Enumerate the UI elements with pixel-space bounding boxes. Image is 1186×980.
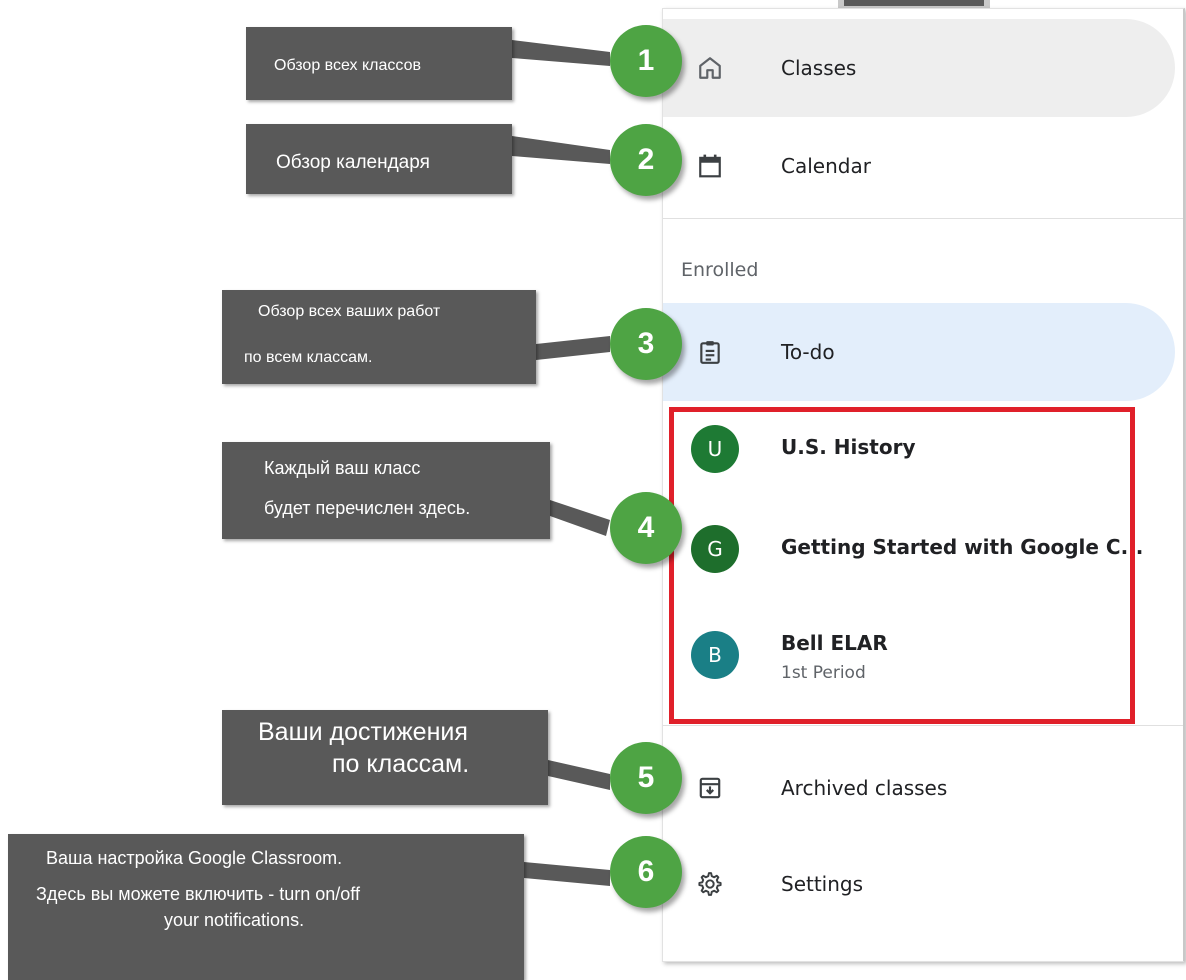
- step-badge-2: 2: [610, 124, 682, 196]
- callout-text: Ваши достижения: [258, 718, 468, 746]
- step-badge-4: 4: [610, 492, 682, 564]
- callout-text: по всем классам.: [244, 349, 373, 366]
- callout-text: Здесь вы можете включить - turn on/off: [36, 884, 360, 904]
- callout-text: Обзор всех ваших работ: [258, 303, 441, 320]
- callout-text: Обзор календаря: [276, 152, 430, 173]
- callout-text: по классам.: [332, 750, 470, 778]
- callout-text: будет перечислен здесь.: [264, 498, 471, 518]
- step-badge-1: 1: [610, 25, 682, 97]
- callout-text: your notifications.: [164, 910, 305, 930]
- callout-text: Каждый ваш класс: [264, 458, 421, 478]
- callout-todo: Обзор всех ваших работ по всем классам.: [222, 290, 536, 384]
- callout-connectors: [512, 40, 610, 886]
- callout-class-list: Каждый ваш класс будет перечислен здесь.: [222, 442, 550, 539]
- step-badge-3: 3: [610, 308, 682, 380]
- callout-text: Обзор всех классов: [274, 57, 421, 74]
- callout-classes: Обзор всех классов: [246, 27, 512, 100]
- step-badge-5: 5: [610, 742, 682, 814]
- callout-settings: Ваша настройка Google Classroom. Здесь в…: [8, 834, 524, 980]
- callout-calendar: Обзор календаря: [246, 124, 512, 194]
- callout-archived: Ваши достижения по классам.: [222, 710, 548, 805]
- callout-text: Ваша настройка Google Classroom.: [46, 848, 343, 868]
- step-badge-6: 6: [610, 836, 682, 908]
